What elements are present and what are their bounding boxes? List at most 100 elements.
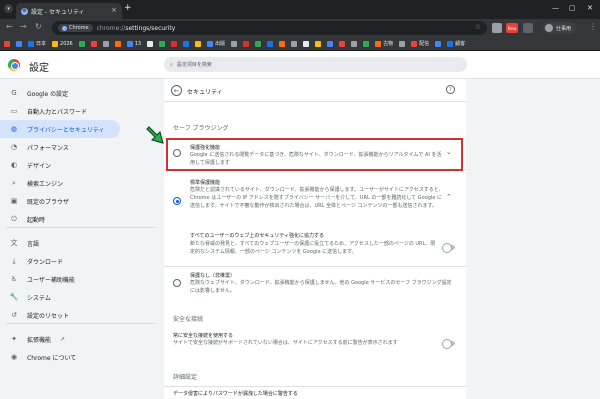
extension-icon[interactable] <box>492 23 502 33</box>
close-icon[interactable]: × <box>111 6 117 14</box>
bookmark-favicon-icon <box>279 40 286 47</box>
sidebar-item[interactable]: G Google の設定 <box>0 84 120 102</box>
sidebar-item-label: パフォーマンス <box>27 144 69 152</box>
standard-protection-radio[interactable] <box>173 197 181 205</box>
bookmark-item[interactable] <box>102 40 109 47</box>
sidebar-item[interactable]: ◔ パフォーマンス <box>0 138 120 156</box>
back-arrow-button[interactable]: ← <box>171 85 182 96</box>
bookmark-item[interactable]: 顧客 <box>447 40 465 47</box>
bookmark-item[interactable] <box>183 40 190 47</box>
bookmark-item[interactable] <box>16 40 22 47</box>
https-first-toggle[interactable] <box>442 339 455 349</box>
bookmark-item[interactable]: 日本 <box>28 40 46 47</box>
standard-protection-title: 標準保護機能 <box>190 180 221 186</box>
sidebar-item[interactable]: ↺ 設定のリセット <box>0 306 120 324</box>
bookmark-item[interactable] <box>291 40 298 47</box>
chrome-chip-label: Chrome <box>69 25 89 31</box>
bookmark-favicon-icon <box>207 40 214 47</box>
sidebar-item[interactable]: ◉ Chrome について <box>0 348 120 366</box>
minimize-icon[interactable]: — <box>552 4 559 12</box>
bookmark-label: 2026 <box>60 40 73 47</box>
bookmark-item[interactable] <box>351 40 358 47</box>
bookmark-item[interactable] <box>327 40 334 47</box>
bookmark-item[interactable] <box>171 40 178 47</box>
sidebar-item[interactable]: ▭ 自動入力とパスワード <box>0 102 120 120</box>
bookmark-favicon-icon <box>351 40 358 47</box>
bookmark-item[interactable]: 配信 <box>411 40 429 47</box>
bookmark-item[interactable] <box>435 40 442 47</box>
search-input[interactable]: ⌕ 設定項目を検索 <box>164 57 467 72</box>
extension-new-badge[interactable]: New <box>506 23 518 33</box>
maximize-icon[interactable]: ▢ <box>569 4 576 12</box>
forward-icon[interactable]: → <box>20 22 27 31</box>
bookmark-item[interactable] <box>315 40 322 47</box>
settings-header: 設定 ⌕ 設定項目を検索 <box>0 51 600 79</box>
sidebar-item[interactable]: ⏻ 起動時 <box>0 210 120 228</box>
sidebar-item[interactable]: ▣ 既定のブラウザ <box>0 192 120 210</box>
bookmark-item[interactable]: 13 <box>126 40 141 47</box>
sidebar-item[interactable]: ⤓ ダウンロード <box>0 252 120 270</box>
bookmark-item[interactable] <box>243 40 250 47</box>
back-icon[interactable]: ← <box>6 22 13 31</box>
secure-connections-label: 安全な接続 <box>173 316 204 323</box>
sidebar-item-label: 既定のブラウザ <box>27 198 70 206</box>
no-protection-radio[interactable] <box>173 279 181 287</box>
bookmark-item[interactable] <box>159 40 166 47</box>
breach-warning-title: データ侵害によりパスワードが漏洩した場合に警告する <box>173 391 298 397</box>
help-improve-toggle[interactable] <box>442 243 455 253</box>
bookmark-star-icon[interactable]: ☆ <box>475 23 481 31</box>
close-window-icon[interactable]: ✕ <box>587 4 593 12</box>
toolbar: ← → ↻ Chrome chrome://settings/security … <box>0 19 600 37</box>
scrollbar[interactable] <box>593 79 600 399</box>
profile-button[interactable]: 仕事用 <box>543 22 577 34</box>
tab-strip: ▾ ⚙ 設定 - セキュリティ × + — ▢ ✕ <box>0 0 600 19</box>
tab-settings[interactable]: ⚙ 設定 - セキュリティ × <box>16 3 122 19</box>
bookmark-item[interactable] <box>399 40 406 47</box>
bookmark-item[interactable] <box>147 40 154 47</box>
tab-search-button[interactable]: ▾ <box>4 4 13 13</box>
bookmark-item[interactable] <box>195 40 202 47</box>
menu-icon[interactable]: ⋮ <box>589 22 597 31</box>
bookmark-item[interactable] <box>303 40 310 47</box>
sidebar-item[interactable]: ◍ プライバシーとセキュリティ <box>0 120 120 138</box>
chrome-icon <box>62 25 67 31</box>
bookmark-item[interactable]: 2026 <box>52 40 73 47</box>
sidebar-item[interactable]: 文 言語 <box>0 234 120 252</box>
avatar <box>545 24 553 32</box>
bookmark-item[interactable] <box>90 40 97 47</box>
sidebar-item[interactable]: ◐ デザイン <box>0 156 120 174</box>
bookmark-item[interactable] <box>231 40 238 47</box>
help-icon[interactable]: ? <box>446 85 455 94</box>
sidebar-item[interactable]: ♿ ユーザー補助機能 <box>0 270 120 288</box>
sidebar-icon: ▭ <box>10 107 18 115</box>
chrome-chip[interactable]: Chrome <box>58 24 93 32</box>
bookmark-favicon-icon <box>16 40 22 47</box>
bookmark-item[interactable] <box>255 40 262 47</box>
bookmark-item[interactable]: 古物 <box>375 40 393 47</box>
no-protection-title: 保護なし（非推奨） <box>190 273 236 279</box>
bookmark-item[interactable] <box>114 40 121 47</box>
bookmark-item[interactable] <box>363 40 370 47</box>
bookmark-item[interactable] <box>4 40 10 47</box>
new-tab-button[interactable]: + <box>124 3 132 13</box>
sidebar-item[interactable]: 🔧 システム <box>0 288 120 306</box>
bookmark-favicon-icon <box>339 40 346 47</box>
bookmark-item[interactable] <box>279 40 286 47</box>
bookmarks-bar: 日本 2026 13 出版 古物 配信 顧客 <box>0 37 600 51</box>
reload-icon[interactable]: ↻ <box>35 22 42 31</box>
bookmark-item[interactable] <box>267 40 274 47</box>
url-host: chrome:// <box>96 24 126 32</box>
sidebar-item[interactable]: ⌕ 検索エンジン <box>0 174 120 192</box>
bookmark-item[interactable]: 出版 <box>207 40 225 47</box>
address-bar[interactable]: Chrome chrome://settings/security ☆ <box>52 21 487 35</box>
sidebar-item[interactable]: ✦ 拡張機能 ↗ <box>0 330 120 348</box>
bookmark-favicon-icon <box>255 40 262 47</box>
bookmark-item[interactable] <box>339 40 346 47</box>
chrome-logo-icon <box>8 59 20 71</box>
bookmark-item[interactable] <box>78 40 85 47</box>
sidebar-icon: G <box>11 89 17 97</box>
puzzle-icon[interactable] <box>523 23 533 33</box>
divider <box>6 323 156 324</box>
bookmark-favicon-icon <box>114 40 121 47</box>
chevron-up-icon[interactable]: ⌃ <box>446 193 452 201</box>
